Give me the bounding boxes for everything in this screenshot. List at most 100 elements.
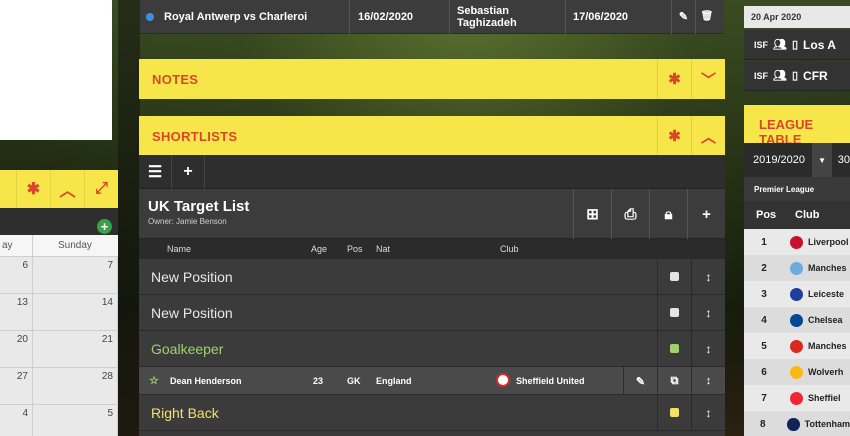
match-teams: Royal Antwerp vs Charleroi: [164, 10, 308, 23]
calendar-day-cell[interactable]: 14: [33, 294, 118, 330]
formation-icon[interactable]: ⊞: [573, 189, 611, 239]
league-table-row[interactable]: 6 Wolverh: [744, 359, 850, 385]
day-number: 14: [101, 297, 113, 308]
add-list-button[interactable]: +: [172, 155, 205, 189]
feed-item[interactable]: ISF 👥︎ ▯ CFR: [744, 61, 850, 91]
calendar-day-cell[interactable]: 7: [33, 257, 118, 293]
expand-icon[interactable]: ⤢: [84, 170, 118, 208]
day-number: 28: [101, 371, 113, 382]
reorder-icon[interactable]: ↕: [691, 394, 725, 431]
shortlists-panel: ☰ + UK Target List Owner: Jamie Benson ⊞…: [139, 155, 725, 436]
color-square: [670, 344, 679, 353]
lock-icon[interactable]: 🔒︎: [649, 189, 687, 239]
chevron-up-icon[interactable]: ︿: [691, 116, 725, 156]
add-event-button[interactable]: +: [97, 219, 112, 234]
color-square-cell[interactable]: [657, 258, 691, 295]
add-icon[interactable]: +: [687, 189, 725, 239]
scout-name: Sebastian Taghizadeh: [457, 4, 517, 29]
player-pos: GK: [347, 376, 361, 386]
table-header: Pos Club: [744, 201, 850, 229]
position-row[interactable]: Goalkeeper ↕: [139, 330, 725, 367]
settings-icon[interactable]: ✱: [657, 116, 691, 156]
feed-item-text: Los A: [803, 37, 836, 52]
league-table-row[interactable]: 2 Manches: [744, 255, 850, 281]
shortlist-title: UK Target List: [148, 198, 250, 215]
position-row[interactable]: New Position ↕: [139, 294, 725, 331]
team-name: Chelsea: [808, 315, 843, 325]
club-crest-icon: [790, 339, 803, 353]
league-table-row[interactable]: 4 Chelsea: [744, 307, 850, 333]
league-table-row[interactable]: 3 Leiceste: [744, 281, 850, 307]
calendar-week: 20 21: [0, 331, 118, 368]
settings-icon[interactable]: ✱: [16, 170, 50, 208]
player-row[interactable]: ☆ Dean Henderson 23 GK England Sheffield…: [139, 367, 725, 395]
settings-icon[interactable]: ✱: [657, 59, 691, 99]
group-icon: 👥︎: [773, 70, 787, 82]
player-club: Sheffield United: [516, 376, 585, 386]
day-number: 27: [16, 371, 28, 382]
match-row[interactable]: Royal Antwerp vs Charleroi 16/02/2020 Se…: [140, 0, 724, 34]
team-position: 4: [761, 314, 767, 326]
edit-icon[interactable]: ✎: [623, 367, 657, 395]
calendar-day-cell[interactable]: 4: [0, 405, 33, 436]
print-icon[interactable]: ⎙: [611, 189, 649, 239]
chevron-up-icon[interactable]: ︿: [50, 170, 84, 208]
calendar-day-cell[interactable]: 20: [0, 331, 33, 367]
shortlists-panel-header[interactable]: SHORTLISTS ✱ ︿: [139, 116, 725, 156]
position-row[interactable]: Right Back ↕: [139, 394, 725, 431]
league-name: Premier League: [744, 177, 850, 201]
isf-badge: ISF: [754, 70, 769, 81]
position-label: New Position: [151, 304, 233, 321]
caret-down-icon[interactable]: ▼: [812, 143, 832, 177]
col-age: Age: [311, 244, 328, 254]
position-row[interactable]: New Position ↕: [139, 258, 725, 295]
calendar-day-cell[interactable]: 28: [33, 368, 118, 404]
club-crest-icon: [790, 287, 803, 301]
league-table-row[interactable]: 1 Liverpool: [744, 229, 850, 255]
delete-icon[interactable]: 🗑: [696, 0, 718, 34]
league-table-title: LEAGUE TABLE: [744, 105, 850, 147]
calendar-day-cell[interactable]: 21: [33, 331, 118, 367]
edit-icon[interactable]: ✎: [672, 0, 696, 34]
gutter: [118, 0, 140, 436]
league-table-row[interactable]: 7 Sheffiel: [744, 385, 850, 411]
notes-panel-header[interactable]: NOTES ✱ ﹀: [139, 59, 725, 99]
copy-icon[interactable]: ⧉: [657, 367, 691, 395]
reorder-icon[interactable]: ↕: [691, 330, 725, 367]
reorder-icon[interactable]: ↕: [691, 367, 725, 395]
document-icon: ▯: [791, 39, 799, 51]
status-dot: [146, 12, 154, 21]
day-header: ay: [0, 235, 33, 256]
match-teams-cell: Royal Antwerp vs Charleroi: [140, 0, 350, 34]
chevron-down-icon[interactable]: ﹀: [691, 59, 725, 99]
report-date: 17/06/2020: [573, 10, 629, 23]
calendar-day-cell[interactable]: 13: [0, 294, 33, 330]
day-header-sunday: Sunday: [58, 240, 92, 251]
calendar-day-cell[interactable]: 27: [0, 368, 33, 404]
shortlists-title: SHORTLISTS: [152, 128, 238, 144]
th-club: Club: [795, 209, 820, 221]
color-square-cell[interactable]: [657, 294, 691, 331]
color-square-cell[interactable]: [657, 330, 691, 367]
list-view-icon[interactable]: ☰: [139, 155, 172, 189]
col-pos: Pos: [347, 244, 363, 254]
reorder-icon[interactable]: ↕: [691, 294, 725, 331]
col-club: Club: [500, 244, 519, 254]
feed-date: 20 Apr 2020: [744, 6, 850, 28]
feed-item[interactable]: ISF 👥︎ ▯ Los A: [744, 30, 850, 60]
star-icon[interactable]: ☆: [149, 374, 159, 387]
team-name: Wolverh: [808, 367, 844, 377]
league-table-row[interactable]: 8 Tottenham: [744, 411, 850, 436]
col-nat: Nat: [376, 244, 391, 254]
calendar-day-cell[interactable]: 5: [33, 405, 118, 436]
scout-cell: Sebastian Taghizadeh: [450, 0, 566, 34]
reorder-icon[interactable]: ↕: [691, 258, 725, 295]
team-name: Manches: [808, 263, 847, 273]
calendar-day-cell[interactable]: 6: [0, 257, 33, 293]
team-position: 7: [761, 392, 767, 404]
calendar-header-bar: ✱ ︿ ⤢: [0, 170, 118, 208]
league-table-row[interactable]: 5 Manches: [744, 333, 850, 359]
season-selector[interactable]: 2019/2020 ▼ 30: [744, 143, 850, 177]
color-square-cell[interactable]: [657, 394, 691, 431]
position-label: Goalkeeper: [151, 340, 224, 357]
